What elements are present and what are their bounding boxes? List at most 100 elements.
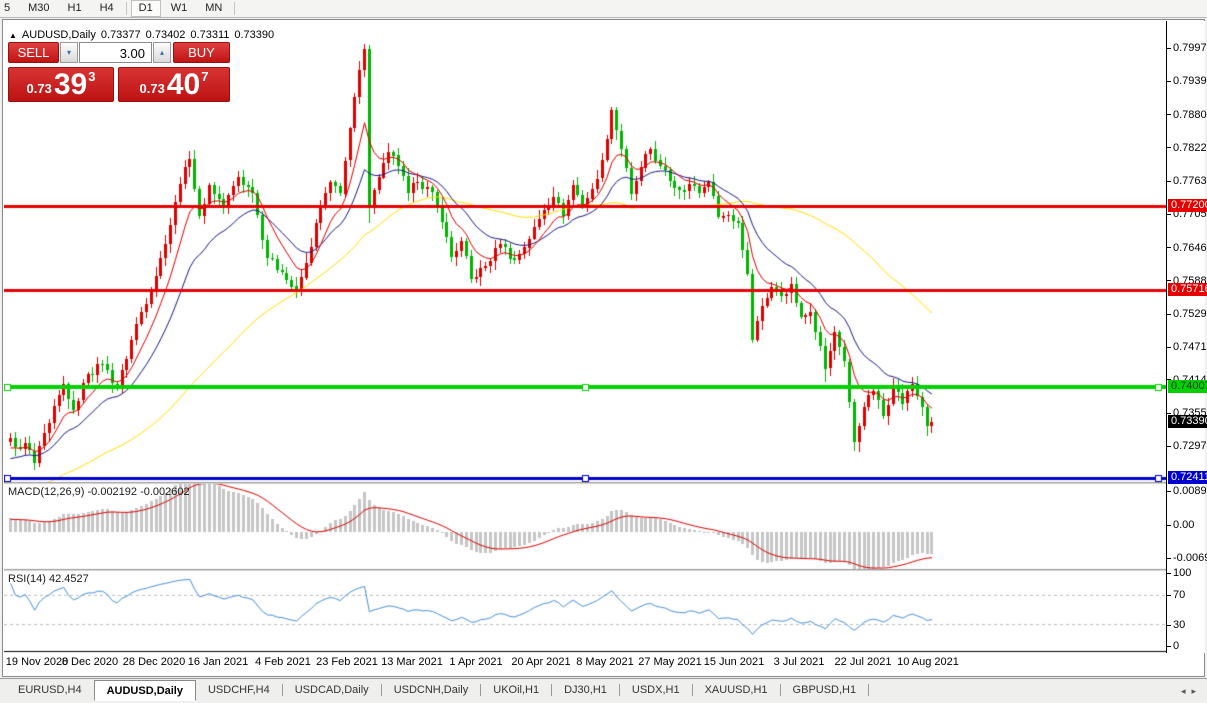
axis-tick (1167, 81, 1171, 82)
chart-tab-usdcad-daily[interactable]: USDCAD,Daily (283, 680, 381, 700)
timeframe-button-mn[interactable]: MN (197, 0, 230, 17)
date-tick-label: 23 Feb 2021 (316, 656, 378, 668)
ohlc-open: 0.73377 (101, 29, 141, 41)
volume-increase-button[interactable]: ▴ (153, 42, 171, 63)
date-tick-label: 22 Jul 2021 (835, 656, 892, 668)
ohlc-close: 0.73390 (234, 29, 274, 41)
collapse-arrow-icon[interactable]: ▲ (9, 31, 17, 40)
chart-tab-usdchf-h4[interactable]: USDCHF,H4 (196, 680, 282, 700)
symbol-period-label: AUDUSD,Daily (22, 29, 96, 41)
chart-title: ▲ AUDUSD,Daily 0.73377 0.73402 0.73311 0.7339… (9, 29, 274, 41)
tab-scroll-left-icon: ◂ (1181, 686, 1192, 696)
date-tick-label: 13 Mar 2021 (381, 656, 443, 668)
date-tick-label: 16 Jan 2021 (188, 656, 249, 668)
chart-tab-dj30-h1[interactable]: DJ30,H1 (552, 680, 619, 700)
volume-decrease-button[interactable]: ▾ (60, 42, 78, 63)
price-tick-label: 0.74710 (1173, 341, 1207, 353)
sell-button[interactable]: SELL (8, 42, 59, 63)
timeframe-button-5[interactable]: 5 (0, 0, 18, 17)
timeframe-button-h4[interactable]: H4 (92, 0, 122, 17)
chart-tab-usdx-h1[interactable]: USDX,H1 (620, 680, 692, 700)
tab-scroll-right-icon: ▸ (1191, 686, 1202, 696)
axis-tick (1167, 646, 1171, 647)
timeframe-toolbar: 5M30H1H4 D1W1MN (0, 0, 1207, 18)
axis-tick (1167, 48, 1171, 49)
date-tick-label: 4 Feb 2021 (255, 656, 311, 668)
sell-price-point: 3 (88, 69, 95, 84)
sell-price-pips: 39 (54, 71, 87, 99)
axis-tick (1167, 114, 1171, 115)
price-tick-label: 0.72970 (1173, 440, 1207, 452)
axis-tick (1167, 314, 1171, 315)
buy-price-button[interactable]: 0.73407 (118, 67, 230, 102)
macd-scale-label: -0.006977 (1173, 552, 1207, 564)
price-badge: 0.77200 (1168, 199, 1207, 212)
chart-tab-audusd-daily[interactable]: AUDUSD,Daily (94, 680, 196, 701)
axis-tick (1167, 214, 1171, 215)
toolbar-separator (126, 2, 127, 15)
price-tick-label: 0.78220 (1173, 142, 1207, 154)
ohlc-low: 0.73311 (190, 29, 229, 41)
axis-tick (1167, 147, 1171, 148)
axis-tick (1167, 558, 1171, 559)
timeframe-button-h1[interactable]: H1 (60, 0, 90, 17)
ohlc-high: 0.73402 (146, 29, 186, 41)
buy-price-prefix: 0.73 (140, 81, 165, 96)
axis-tick (1167, 247, 1171, 248)
buy-button[interactable]: BUY (173, 42, 230, 63)
volume-input[interactable]: 3.00 (79, 42, 152, 63)
macd-scale-label: 0.00 (1173, 519, 1207, 531)
chart-tab-ukoil-h1[interactable]: UKOil,H1 (481, 680, 551, 700)
buy-price-point: 7 (201, 69, 208, 84)
timeframe-button-m30[interactable]: M30 (20, 0, 57, 17)
price-tick-label: 0.78805 (1173, 109, 1207, 121)
macd-indicator-label: MACD(12,26,9) -0.002192 -0.002602 (8, 486, 190, 498)
price-tick-label: 0.79390 (1173, 75, 1207, 87)
chart-tab-eurusd-h4[interactable]: EURUSD,H4 (6, 680, 94, 700)
axis-tick (1167, 181, 1171, 182)
price-tick-label: 0.79975 (1173, 42, 1207, 54)
date-tick-label: 10 Aug 2021 (897, 656, 959, 668)
chart-window: ▲AUDUSD,Daily0.733770.734020.733110.7339… (2, 19, 1205, 677)
date-tick-label: 19 Nov 2020 (6, 656, 68, 668)
chart-tab-gbpusd-h1[interactable]: GBPUSD,H1 (781, 680, 869, 700)
tab-scroll-arrows[interactable]: ◂▸ (1181, 686, 1202, 697)
date-tick-label: 8 May 2021 (576, 656, 633, 668)
date-tick-label: 28 Dec 2020 (123, 656, 185, 668)
price-tick-label: 0.77635 (1173, 175, 1207, 187)
buy-price-pips: 40 (167, 71, 200, 99)
date-tick-label: 1 Apr 2021 (449, 656, 502, 668)
axis-tick (1167, 573, 1171, 574)
tab-separator (868, 684, 869, 696)
axis-tick (1167, 347, 1171, 348)
date-tick-label: 8 Dec 2020 (62, 656, 118, 668)
rsi-scale-label: 70 (1173, 589, 1207, 601)
sell-price-prefix: 0.73 (27, 81, 52, 96)
price-badge: 0.75716 (1168, 283, 1207, 296)
rsi-scale-label: 0 (1173, 640, 1207, 652)
date-tick-label: 3 Jul 2021 (774, 656, 825, 668)
axis-tick (1167, 625, 1171, 626)
axis-tick (1167, 280, 1171, 281)
axis-tick (1167, 491, 1171, 492)
date-tick-label: 20 Apr 2021 (511, 656, 570, 668)
rsi-scale-label: 100 (1173, 567, 1207, 579)
axis-tick (1167, 446, 1171, 447)
axis-tick (1167, 525, 1171, 526)
timeframe-button-w1[interactable]: W1 (163, 0, 196, 17)
chart-tab-bar: EURUSD,H4AUDUSD,DailyUSDCHF,H4USDCAD,Dai… (0, 678, 1207, 701)
date-tick-label: 27 May 2021 (638, 656, 702, 668)
mt4-terminal: 5M30H1H4D1W1MN ▲AUDUSD,Daily0.733770.734… (0, 0, 1207, 703)
candlestick-chart-canvas[interactable] (4, 21, 1166, 653)
price-badge: 0.74007 (1168, 380, 1207, 393)
price-badge: 0.72411 (1168, 471, 1207, 484)
price-tick-label: 0.76465 (1173, 242, 1207, 254)
chart-tab-xauusd-h1[interactable]: XAUUSD,H1 (693, 680, 780, 700)
axis-tick (1167, 595, 1171, 596)
date-tick-label: 15 Jun 2021 (704, 656, 765, 668)
sell-price-button[interactable]: 0.73393 (8, 67, 114, 102)
chart-tab-usdcnh-daily[interactable]: USDCNH,Daily (382, 680, 481, 700)
one-click-trading-widget: SELL ▾ 3.00 ▴ BUY 0.73393 0.73407 (8, 42, 230, 102)
rsi-indicator-label: RSI(14) 42.4527 (8, 573, 89, 585)
timeframe-button-d1[interactable]: D1 (131, 0, 161, 17)
